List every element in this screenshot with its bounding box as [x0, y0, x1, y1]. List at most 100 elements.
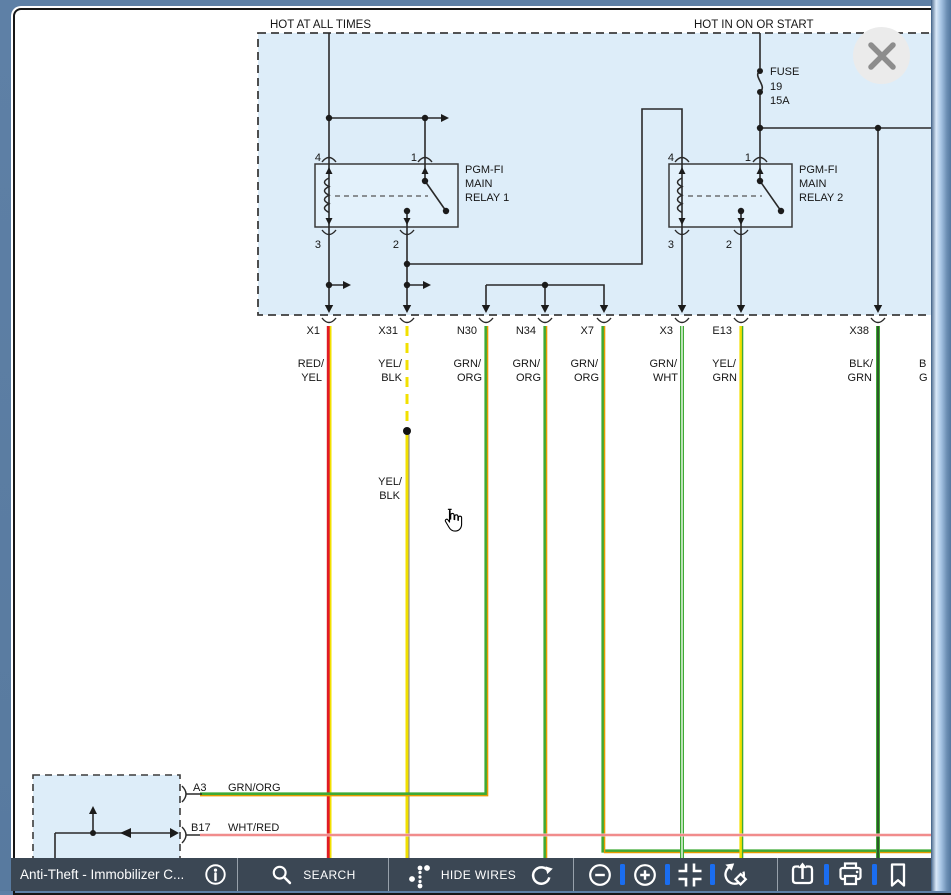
wire-n30-stripe	[200, 326, 488, 796]
bottom-toolbar: Anti-Theft - Immobilizer C... SEARCH	[11, 858, 951, 891]
close-icon	[865, 39, 899, 73]
relay2-name-2: MAIN	[799, 178, 827, 190]
hide-wires-button[interactable]: HIDE WIRES	[408, 861, 516, 889]
svg-text:YEL: YEL	[301, 372, 322, 384]
zoom-out-button[interactable]	[587, 862, 613, 888]
svg-text:GRN/: GRN/	[454, 358, 482, 370]
connector-n34[interactable]: N34	[516, 325, 536, 337]
svg-text:BLK: BLK	[379, 490, 400, 502]
info-button[interactable]	[203, 862, 228, 887]
svg-text:ORG: ORG	[574, 372, 599, 384]
connector-e13[interactable]: E13	[712, 325, 732, 337]
relay2-name-3: RELAY 2	[799, 192, 843, 204]
relay1-name-2: MAIN	[465, 178, 493, 190]
svg-text:BLK/: BLK/	[849, 358, 874, 370]
export-button[interactable]	[789, 861, 816, 888]
wire-x7-grn-org[interactable]	[603, 326, 932, 851]
svg-text:YEL/: YEL/	[712, 358, 737, 370]
svg-text:YEL/: YEL/	[378, 358, 403, 370]
relay2-name-1: PGM-FI	[799, 164, 838, 176]
toolbar-accent-bar	[665, 864, 670, 885]
search-icon	[270, 863, 294, 887]
rotate-button[interactable]	[722, 862, 750, 888]
svg-text:WHT: WHT	[653, 372, 678, 384]
window-right-edge[interactable]	[931, 0, 951, 891]
relay2-pin4: 4	[668, 152, 674, 164]
hide-wires-icon	[408, 861, 434, 889]
bookmark-button[interactable]	[885, 862, 911, 888]
relay1-pin3: 3	[315, 239, 321, 251]
hide-wires-label: HIDE WIRES	[441, 868, 516, 882]
relay1-pin2: 2	[393, 239, 399, 251]
search-label: SEARCH	[303, 868, 355, 882]
connector-x7[interactable]: X7	[581, 325, 594, 337]
svg-text:G: G	[919, 372, 928, 384]
connector-x1[interactable]: X1	[307, 325, 320, 337]
svg-text:ORG: ORG	[457, 372, 482, 384]
file-actions-section	[778, 858, 951, 891]
splice-dot[interactable]	[403, 427, 411, 435]
fit-to-screen-icon	[677, 862, 703, 888]
connector-x31[interactable]: X31	[378, 325, 398, 337]
wire-x7-stripe	[605, 326, 932, 853]
export-icon	[789, 861, 816, 888]
zoom-in-icon	[632, 862, 658, 888]
refresh-button[interactable]	[528, 862, 554, 888]
svg-text:BLK: BLK	[381, 372, 402, 384]
pin-b17-label[interactable]: B17	[191, 822, 211, 834]
toolbar-accent-bar	[710, 864, 715, 885]
relay2-pin3: 3	[668, 239, 674, 251]
fuse-number: 19	[770, 81, 782, 93]
toolbar-title-section: Anti-Theft - Immobilizer C...	[11, 858, 237, 891]
relay1-name-1: PGM-FI	[465, 164, 504, 176]
component-dot	[90, 830, 96, 836]
relay1-name-3: RELAY 1	[465, 192, 509, 204]
pin-b17-wire-label: WHT/RED	[228, 822, 279, 834]
mouse-cursor-hand	[441, 508, 464, 534]
connector-x38[interactable]: X38	[849, 325, 869, 337]
fuse-name: FUSE	[770, 66, 799, 78]
toolbar-accent-bar	[872, 864, 877, 885]
pin-a3-label[interactable]: A3	[193, 782, 206, 794]
svg-text:ORG: ORG	[516, 372, 541, 384]
toolbar-accent-bar	[824, 864, 829, 885]
pin-a3-wire-label: GRN/ORG	[228, 782, 281, 794]
diagram-title: Anti-Theft - Immobilizer C...	[20, 867, 184, 882]
wires	[186, 326, 932, 858]
wire-color-labels: RED/ YEL YEL/ BLK GRN/ ORG GRN/ ORG GRN/…	[298, 358, 928, 502]
svg-text:GRN: GRN	[713, 372, 738, 384]
print-icon	[837, 861, 864, 888]
connector-n30[interactable]: N30	[457, 325, 477, 337]
print-button[interactable]	[837, 861, 864, 888]
rotate-icon	[722, 862, 750, 888]
zoom-in-button[interactable]	[632, 862, 658, 888]
svg-text:YEL/: YEL/	[378, 476, 403, 488]
refresh-icon	[528, 862, 554, 888]
info-icon	[203, 862, 228, 887]
svg-text:GRN/: GRN/	[513, 358, 541, 370]
svg-text:B: B	[919, 358, 926, 370]
close-button[interactable]	[853, 27, 910, 84]
svg-text:GRN/: GRN/	[571, 358, 599, 370]
svg-text:RED/: RED/	[298, 358, 325, 370]
relay2-box[interactable]	[669, 164, 792, 227]
svg-text:GRN/: GRN/	[650, 358, 678, 370]
bookmark-icon	[885, 862, 911, 888]
hide-wires-section: HIDE WIRES	[389, 858, 573, 891]
connector-x3[interactable]: X3	[660, 325, 673, 337]
fuse-rating: 15A	[770, 95, 790, 107]
zoom-out-icon	[587, 862, 613, 888]
zoom-controls-section	[574, 858, 777, 891]
relay2-pin1: 1	[745, 152, 751, 164]
wiring-diagram-canvas[interactable]: HOT AT ALL TIMES HOT IN ON OR START FUSE	[0, 0, 951, 891]
search-button[interactable]: SEARCH	[238, 858, 388, 891]
relay1-pin1: 1	[411, 152, 417, 164]
power-label-right: HOT IN ON OR START	[694, 19, 813, 31]
relay1-pin4: 4	[315, 152, 321, 164]
toolbar-accent-bar	[620, 864, 625, 885]
wire-n30-grn-org[interactable]	[200, 326, 486, 794]
power-label-left: HOT AT ALL TIMES	[270, 19, 371, 31]
svg-text:GRN: GRN	[848, 372, 873, 384]
relay2-pin2: 2	[726, 239, 732, 251]
fit-to-screen-button[interactable]	[677, 862, 703, 888]
